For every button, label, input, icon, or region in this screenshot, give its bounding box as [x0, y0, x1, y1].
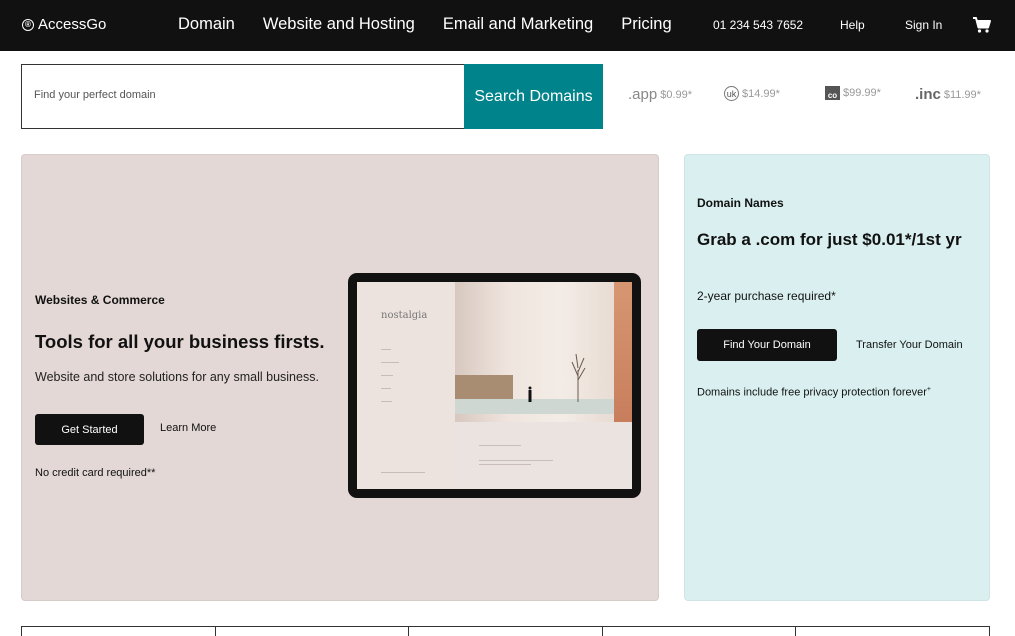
logo[interactable]: ® AccessGo — [22, 16, 106, 33]
bottom-tab[interactable] — [603, 627, 797, 636]
tablet-line — [381, 401, 392, 402]
domain-search-input[interactable] — [34, 89, 454, 101]
co-uk-logo-icon: uk — [724, 86, 739, 101]
tablet-line — [381, 388, 391, 389]
privacy-mark: + — [926, 386, 931, 393]
menu-item-email-marketing[interactable]: Email and Marketing — [443, 15, 593, 34]
bottom-tab[interactable] — [22, 627, 216, 636]
bottom-tabs — [21, 626, 990, 636]
tld-price: $11.99* — [943, 88, 981, 101]
menu-item-domain[interactable]: Domain — [178, 15, 235, 34]
learn-more-link[interactable]: Learn More — [160, 422, 216, 434]
tree-icon — [571, 353, 586, 402]
hero-note: No credit card required** — [35, 467, 156, 479]
tablet-line — [381, 375, 393, 376]
logo-icon: ® — [22, 18, 34, 31]
tld-price: $0.99* — [660, 88, 693, 101]
co-logo-icon: co — [825, 86, 840, 100]
domain-privacy-note: Domains include free privacy protection … — [697, 386, 931, 399]
logo-text: AccessGo — [38, 16, 107, 33]
transfer-domain-link[interactable]: Transfer Your Domain — [856, 339, 963, 351]
domain-search-box — [21, 64, 465, 129]
tld-co-uk[interactable]: uk $14.99* — [724, 86, 780, 101]
tld-app[interactable]: .app $0.99* — [628, 86, 692, 103]
tablet-content — [455, 422, 632, 489]
menu-item-pricing[interactable]: Pricing — [621, 15, 671, 34]
tld-name: .app — [628, 86, 658, 103]
sign-in-link[interactable]: Sign In — [905, 18, 942, 32]
main-menu: Domain Website and Hosting Email and Mar… — [178, 15, 672, 34]
photo-pool — [455, 399, 615, 414]
tablet-line — [479, 464, 531, 465]
bottom-tab[interactable] — [796, 627, 989, 636]
domain-headline: Grab a .com for just $0.01*/1st yr — [697, 230, 962, 249]
inc-logo-icon: .inc — [915, 86, 941, 103]
find-your-domain-button[interactable]: Find Your Domain — [697, 329, 837, 361]
search-domains-button[interactable]: Search Domains — [464, 64, 603, 129]
tablet-line — [381, 472, 425, 473]
tablet-hero-photo — [455, 282, 632, 422]
hero-eyebrow: Websites & Commerce — [35, 293, 165, 307]
help-link[interactable]: Help — [840, 18, 865, 32]
tld-co[interactable]: co $99.99* — [825, 86, 881, 100]
get-started-button[interactable]: Get Started — [35, 414, 144, 445]
photo-side — [614, 282, 632, 422]
websites-commerce-card: Websites & Commerce Tools for all your b… — [21, 154, 659, 601]
menu-item-website-hosting[interactable]: Website and Hosting — [263, 15, 415, 34]
domain-requirement: 2-year purchase required* — [697, 289, 836, 303]
domain-names-card: Domain Names Grab a .com for just $0.01*… — [684, 154, 990, 601]
tablet-brand-text: nostalgia — [381, 310, 428, 321]
photo-wall — [455, 375, 513, 399]
tablet-line — [381, 362, 399, 363]
bottom-tab[interactable] — [409, 627, 603, 636]
tld-inc[interactable]: .inc $11.99* — [915, 86, 981, 103]
tablet-line — [479, 445, 521, 446]
tablet-line — [479, 460, 553, 461]
tld-price: $99.99* — [843, 87, 881, 99]
tablet-screen: nostalgia — [357, 282, 632, 489]
tablet-sidebar: nostalgia — [357, 282, 455, 489]
phone-number[interactable]: 01 234 543 7652 — [713, 18, 803, 32]
cart-icon[interactable] — [972, 15, 992, 35]
tld-price: $14.99* — [742, 87, 780, 100]
tablet-line — [381, 349, 391, 350]
top-nav: ® AccessGo Domain Website and Hosting Em… — [0, 0, 1015, 51]
privacy-text: Domains include free privacy protection … — [697, 386, 927, 399]
domain-eyebrow: Domain Names — [697, 196, 784, 210]
bottom-tab[interactable] — [216, 627, 410, 636]
figure-icon — [528, 386, 532, 402]
hero-subtext: Website and store solutions for any smal… — [35, 370, 319, 384]
tablet-mockup-image: nostalgia — [348, 273, 641, 498]
hero-headline: Tools for all your business firsts. — [35, 331, 325, 352]
